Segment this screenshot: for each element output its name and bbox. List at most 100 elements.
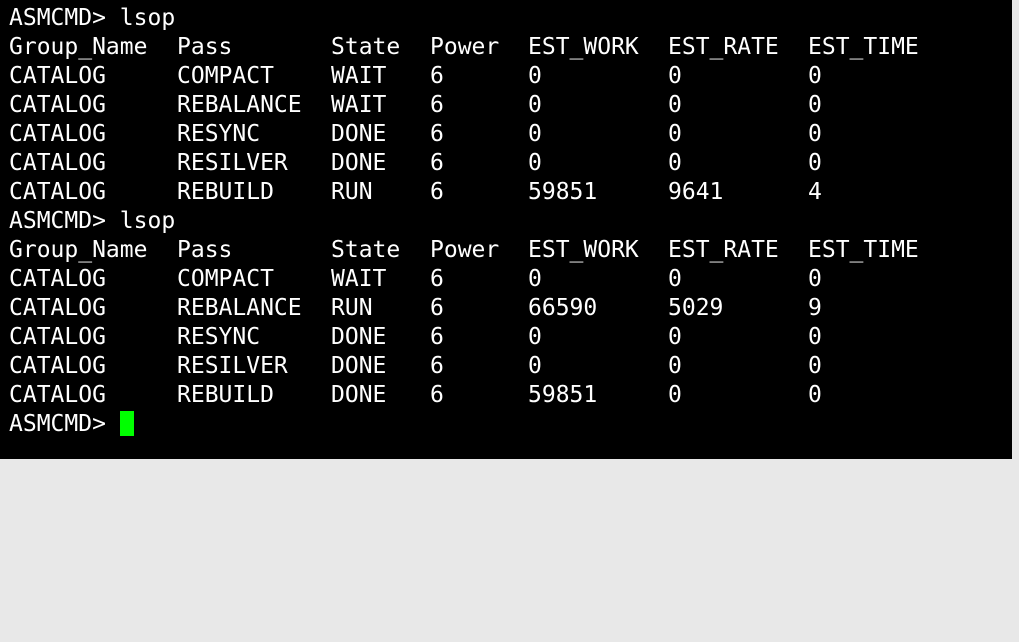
cell-est-time: 9: [808, 295, 822, 321]
cell-state: RUN: [331, 179, 373, 205]
cell-est-rate: 0: [668, 266, 682, 292]
cell-est-time: 0: [808, 353, 822, 379]
cell-est-work: 0: [528, 63, 542, 89]
cell-est-time: 0: [808, 92, 822, 118]
cell-est-rate: 0: [668, 121, 682, 147]
cell-est-work: 59851: [528, 179, 598, 205]
cell-est-work: 0: [528, 266, 542, 292]
table-row: CATALOG REBALANCE RUN 6 66590 5029 9: [0, 294, 1012, 323]
cell-group-name: CATALOG: [9, 266, 106, 292]
command-text: lsop: [119, 208, 176, 234]
cell-est-rate: 5029: [668, 295, 724, 321]
cell-est-work: 59851: [528, 382, 598, 408]
cell-est-time: 0: [808, 324, 822, 350]
cell-est-work: 0: [528, 121, 542, 147]
cell-est-rate: 0: [668, 324, 682, 350]
header-est-work: EST_WORK: [528, 34, 639, 60]
cell-est-rate: 0: [668, 382, 682, 408]
command-text: lsop: [119, 5, 176, 31]
cell-power: 6: [430, 266, 444, 292]
cell-pass: REBUILD: [177, 179, 274, 205]
table-row: CATALOG RESYNC DONE 6 0 0 0: [0, 120, 1012, 149]
cell-state: DONE: [331, 353, 387, 379]
cell-power: 6: [430, 150, 444, 176]
cell-est-rate: 9641: [668, 179, 724, 205]
cell-pass: REBUILD: [177, 382, 274, 408]
cell-est-work: 66590: [528, 295, 598, 321]
header-state: State: [331, 34, 401, 60]
cell-pass: REBALANCE: [177, 295, 302, 321]
table-row: CATALOG REBALANCE WAIT 6 0 0 0: [0, 91, 1012, 120]
table-header-row: Group_Name Pass State Power EST_WORK EST…: [0, 236, 1012, 265]
cell-est-time: 0: [808, 266, 822, 292]
table-row: CATALOG REBUILD DONE 6 59851 0 0: [0, 381, 1012, 410]
cell-est-rate: 0: [668, 353, 682, 379]
text-cursor: [119, 411, 134, 436]
cell-group-name: CATALOG: [9, 353, 106, 379]
cell-state: WAIT: [331, 266, 387, 292]
cell-group-name: CATALOG: [9, 63, 106, 89]
cell-pass: RESILVER: [177, 150, 288, 176]
cell-group-name: CATALOG: [9, 92, 106, 118]
cell-est-work: 0: [528, 92, 542, 118]
cell-state: DONE: [331, 382, 387, 408]
cell-power: 6: [430, 295, 444, 321]
header-power: Power: [430, 237, 500, 263]
cell-est-work: 0: [528, 324, 542, 350]
cell-group-name: CATALOG: [9, 382, 106, 408]
header-est-rate: EST_RATE: [668, 34, 779, 60]
cell-est-time: 4: [808, 179, 822, 205]
table-header-row: Group_Name Pass State Power EST_WORK EST…: [0, 33, 1012, 62]
cell-pass: RESYNC: [177, 324, 261, 350]
cell-group-name: CATALOG: [9, 121, 106, 147]
cell-power: 6: [430, 382, 444, 408]
prompt: ASMCMD>: [9, 411, 106, 437]
header-group-name: Group_Name: [9, 237, 148, 263]
header-est-work: EST_WORK: [528, 237, 639, 263]
cell-pass: RESILVER: [177, 353, 288, 379]
cell-state: RUN: [331, 295, 373, 321]
cell-est-rate: 0: [668, 92, 682, 118]
cell-state: WAIT: [331, 92, 387, 118]
table-row: CATALOG RESYNC DONE 6 0 0 0: [0, 323, 1012, 352]
cell-pass: COMPACT: [177, 63, 274, 89]
prompt: ASMCMD>: [9, 5, 106, 31]
cell-est-work: 0: [528, 353, 542, 379]
command-line: ASMCMD> lsop: [0, 4, 1012, 33]
active-prompt-line[interactable]: ASMCMD>: [0, 410, 1012, 439]
cell-est-rate: 0: [668, 150, 682, 176]
cell-group-name: CATALOG: [9, 150, 106, 176]
cell-state: DONE: [331, 324, 387, 350]
cell-pass: REBALANCE: [177, 92, 302, 118]
header-est-rate: EST_RATE: [668, 237, 779, 263]
header-state: State: [331, 237, 401, 263]
cell-power: 6: [430, 324, 444, 350]
terminal-window[interactable]: ASMCMD> lsop Group_Name Pass State Power…: [0, 0, 1012, 459]
header-pass: Pass: [177, 237, 233, 263]
cell-est-time: 0: [808, 121, 822, 147]
header-group-name: Group_Name: [9, 34, 148, 60]
prompt: ASMCMD>: [9, 208, 106, 234]
cell-state: DONE: [331, 150, 387, 176]
cell-power: 6: [430, 121, 444, 147]
cell-group-name: CATALOG: [9, 324, 106, 350]
cell-pass: COMPACT: [177, 266, 274, 292]
cell-est-rate: 0: [668, 63, 682, 89]
cell-power: 6: [430, 179, 444, 205]
cell-group-name: CATALOG: [9, 295, 106, 321]
cell-est-work: 0: [528, 150, 542, 176]
cell-power: 6: [430, 92, 444, 118]
cell-state: DONE: [331, 121, 387, 147]
table-row: CATALOG COMPACT WAIT 6 0 0 0: [0, 62, 1012, 91]
header-power: Power: [430, 34, 500, 60]
cell-pass: RESYNC: [177, 121, 261, 147]
cell-power: 6: [430, 353, 444, 379]
header-est-time: EST_TIME: [808, 34, 919, 60]
cell-power: 6: [430, 63, 444, 89]
header-est-time: EST_TIME: [808, 237, 919, 263]
cell-est-time: 0: [808, 63, 822, 89]
cell-group-name: CATALOG: [9, 179, 106, 205]
command-line: ASMCMD> lsop: [0, 207, 1012, 236]
cell-est-time: 0: [808, 382, 822, 408]
cell-est-time: 0: [808, 150, 822, 176]
